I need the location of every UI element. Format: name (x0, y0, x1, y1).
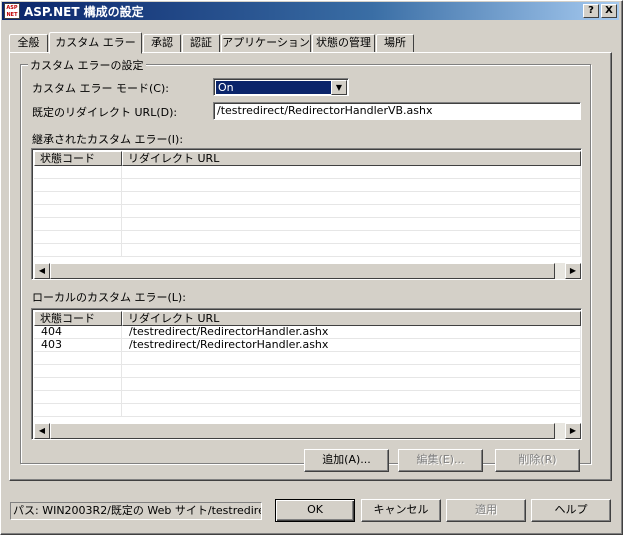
table-row[interactable]: 403 /testredirect/RedirectorHandler.ashx (34, 339, 581, 352)
scroll-right-icon[interactable]: ▶ (565, 263, 581, 279)
custom-error-mode-value: On (216, 81, 331, 94)
default-redirect-input[interactable]: /testredirect/RedirectorHandlerVB.ashx (213, 102, 581, 120)
list-item (34, 179, 581, 192)
close-title-button[interactable]: X (601, 4, 617, 18)
status-code-cell: 404 (34, 326, 122, 338)
list-item (34, 244, 581, 257)
default-redirect-label: 既定のリダイレクト URL(D): (32, 106, 178, 119)
custom-error-mode-label: カスタム エラー モード(C): (32, 82, 169, 95)
local-list-header: 状態コード リダイレクト URL (34, 311, 581, 326)
tab-authentication[interactable]: 認証 (182, 34, 220, 52)
column-status-code[interactable]: 状態コード (34, 151, 122, 166)
help-button[interactable]: ヘルプ (531, 499, 611, 522)
tab-custom-errors[interactable]: カスタム エラー (49, 32, 142, 54)
scroll-thumb[interactable] (50, 263, 555, 279)
edit-button[interactable]: 編集(E)... (398, 449, 483, 472)
inherited-hscrollbar[interactable]: ◀ ▶ (34, 263, 581, 279)
redirect-url-cell: /testredirect/RedirectorHandler.ashx (122, 326, 581, 338)
local-errors-list[interactable]: 状態コード リダイレクト URL 404 /testredirect/Redir… (31, 308, 582, 440)
scroll-left-icon[interactable]: ◀ (34, 263, 50, 279)
local-errors-label: ローカルのカスタム エラー(L): (32, 291, 186, 304)
column-status-code[interactable]: 状態コード (34, 311, 122, 326)
path-indicator: パス: WIN2003R2/既定の Web サイト/testredirect (10, 502, 262, 520)
inherited-errors-label: 継承されたカスタム エラー(I): (32, 133, 184, 146)
help-title-button[interactable]: ? (583, 4, 599, 18)
window-title: ASP.NET 構成の設定 (24, 4, 144, 19)
scroll-left-icon[interactable]: ◀ (34, 423, 50, 439)
remove-button[interactable]: 削除(R) (495, 449, 580, 472)
list-item (34, 192, 581, 205)
inherited-list-body (34, 166, 581, 257)
cancel-button[interactable]: キャンセル (361, 499, 441, 522)
tab-general[interactable]: 全般 (9, 34, 48, 52)
tab-location[interactable]: 場所 (376, 34, 414, 52)
tab-application[interactable]: アプリケーション (221, 34, 311, 52)
tab-authorization[interactable]: 承認 (143, 34, 181, 52)
status-code-cell: 403 (34, 339, 122, 351)
inherited-list-header: 状態コード リダイレクト URL (34, 151, 581, 166)
column-redirect-url[interactable]: リダイレクト URL (122, 151, 581, 166)
list-item (34, 231, 581, 244)
inherited-errors-list[interactable]: 状態コード リダイレクト URL ◀ ▶ (31, 148, 582, 280)
scroll-thumb[interactable] (50, 423, 555, 439)
list-item (34, 404, 581, 417)
apply-button[interactable]: 適用 (446, 499, 526, 522)
scroll-right-icon[interactable]: ▶ (565, 423, 581, 439)
aspnet-app-icon: ASP NET (4, 3, 20, 19)
list-item (34, 378, 581, 391)
local-list-body: 404 /testredirect/RedirectorHandler.ashx… (34, 326, 581, 417)
tab-state-management[interactable]: 状態の管理 (312, 34, 375, 52)
add-button[interactable]: 追加(A)... (304, 449, 389, 472)
list-item (34, 166, 581, 179)
groupbox-legend: カスタム エラーの設定 (28, 57, 146, 73)
list-item (34, 205, 581, 218)
redirect-url-cell: /testredirect/RedirectorHandler.ashx (122, 339, 581, 351)
title-bar[interactable]: ASP NET ASP.NET 構成の設定 ? X (2, 2, 619, 20)
list-item (34, 218, 581, 231)
table-row[interactable]: 404 /testredirect/RedirectorHandler.ashx (34, 326, 581, 339)
column-redirect-url[interactable]: リダイレクト URL (122, 311, 581, 326)
custom-error-mode-select[interactable]: On ▼ (213, 78, 349, 96)
chevron-down-icon[interactable]: ▼ (331, 80, 347, 95)
icon-text-top: ASP (6, 5, 18, 11)
list-item (34, 365, 581, 378)
list-item (34, 391, 581, 404)
local-hscrollbar[interactable]: ◀ ▶ (34, 423, 581, 439)
ok-button[interactable]: OK (275, 499, 355, 522)
icon-text-bottom: NET (6, 12, 18, 18)
list-item (34, 352, 581, 365)
